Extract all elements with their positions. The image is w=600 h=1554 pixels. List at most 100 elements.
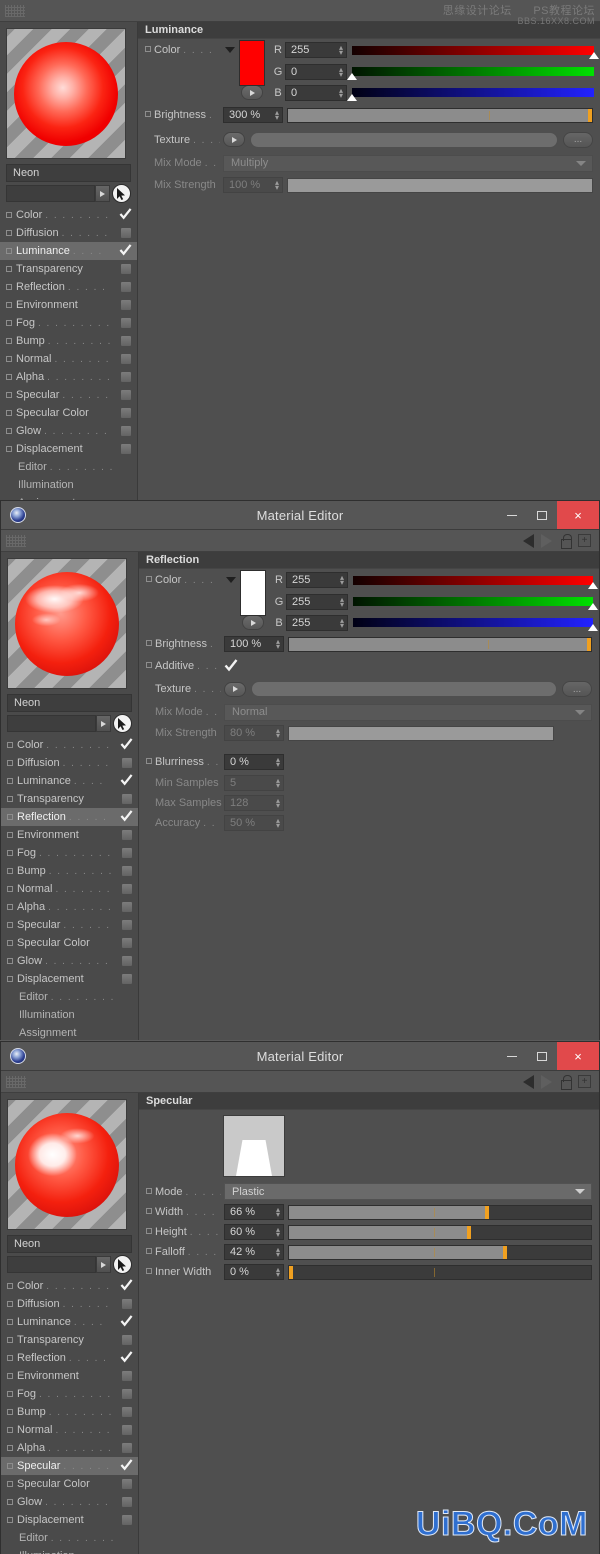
channel-toggle-square[interactable] [7, 1427, 13, 1433]
texture-browse-button[interactable]: ... [563, 131, 593, 148]
spinner-icon[interactable]: ▴ ▾ [275, 109, 279, 122]
channel-checkbox[interactable] [120, 353, 132, 365]
material-filter-input[interactable] [6, 185, 95, 202]
channel-checkbox[interactable] [121, 829, 133, 841]
channel-row-environment[interactable]: Environment [0, 296, 137, 314]
channel-checkbox[interactable] [121, 1496, 133, 1508]
color-mode-arrow-icon[interactable] [242, 615, 264, 630]
channel-checkbox-checked[interactable] [120, 1351, 133, 1364]
channel-row-specular-color[interactable]: Specular Color [1, 1475, 138, 1493]
channel-row-environment[interactable]: Environment [1, 1367, 138, 1385]
channel-row-specular[interactable]: Specular. . . . . . [0, 386, 137, 404]
channel-toggle-square[interactable] [6, 392, 12, 398]
close-button[interactable]: × [557, 1042, 599, 1070]
channel-row-diffusion[interactable]: Diffusion. . . . . . [1, 754, 138, 772]
channel-checkbox[interactable] [120, 335, 132, 347]
channel-checkbox-checked[interactable] [120, 810, 133, 823]
channel-row-specular-color[interactable]: Specular Color [1, 934, 138, 952]
channel-checkbox[interactable] [121, 937, 133, 949]
channel-toggle-square[interactable] [7, 886, 13, 892]
plus-icon[interactable]: + [578, 534, 591, 547]
channel-row-alpha[interactable]: Alpha. . . . . . . . [0, 368, 137, 386]
channel-checkbox[interactable] [121, 757, 133, 769]
channel-toggle-square[interactable] [7, 904, 13, 910]
spinner-icon[interactable]: ▴ ▾ [340, 595, 344, 608]
channel-row-fog[interactable]: Fog. . . . . . . . . [0, 314, 137, 332]
channel-toggle-square[interactable] [7, 1463, 13, 1469]
channel-toggle-square[interactable] [6, 248, 12, 254]
param-toggle-square[interactable] [146, 1228, 152, 1234]
channel-toggle-square[interactable] [6, 284, 12, 290]
channel-toggle-square[interactable] [7, 1481, 13, 1487]
channel-row-luminance[interactable]: Luminance. . . . [1, 772, 138, 790]
slider-falloff[interactable] [288, 1244, 592, 1260]
channel-row-normal[interactable]: Normal. . . . . . . [1, 880, 138, 898]
channel-checkbox-checked[interactable] [120, 1315, 133, 1328]
channel-row-normal[interactable]: Normal. . . . . . . [0, 350, 137, 368]
channel-checkbox[interactable] [121, 793, 133, 805]
param-toggle-square[interactable] [145, 111, 151, 117]
channel-checkbox-checked[interactable] [120, 1279, 133, 1292]
channel-row-bump[interactable]: Bump. . . . . . . . [1, 862, 138, 880]
channel-row-color[interactable]: Color. . . . . . . . [1, 736, 138, 754]
color-expand-caret-icon[interactable] [225, 47, 235, 53]
channel-row-transparency[interactable]: Transparency [1, 1331, 138, 1349]
channel-checkbox[interactable] [121, 883, 133, 895]
channel-row-specular-color[interactable]: Specular Color [0, 404, 137, 422]
channel-row-color[interactable]: Color. . . . . . . . [0, 206, 137, 224]
input-texture[interactable] [250, 131, 558, 148]
expand-arrow-icon[interactable] [96, 715, 111, 732]
channel-toggle-square[interactable] [7, 922, 13, 928]
channel-row-specular[interactable]: Specular. . . . . . [1, 916, 138, 934]
spinner-icon[interactable]: ▴ ▾ [340, 574, 344, 587]
material-name-field[interactable]: Neon [7, 1235, 132, 1253]
channel-row-illumination[interactable]: Illumination [0, 476, 137, 494]
channel-toggle-square[interactable] [6, 320, 12, 326]
input-color-g[interactable]: 255 ▴ ▾ [286, 593, 348, 610]
channel-toggle-square[interactable] [6, 338, 12, 344]
spinner-icon[interactable]: ▴ ▾ [339, 44, 343, 57]
spinner-icon[interactable]: ▴ ▾ [276, 638, 280, 651]
input-color-r[interactable]: 255 ▴ ▾ [285, 42, 347, 58]
spinner-icon[interactable]: ▴ ▾ [340, 616, 344, 629]
maximize-button[interactable] [527, 501, 557, 529]
channel-row-editor[interactable]: Editor. . . . . . . . [0, 458, 137, 476]
minimize-button[interactable] [497, 501, 527, 529]
close-button[interactable]: × [557, 501, 599, 529]
channel-toggle-square[interactable] [7, 1409, 13, 1415]
channel-checkbox[interactable] [120, 407, 132, 419]
channel-checkbox[interactable] [121, 1298, 133, 1310]
channel-toggle-square[interactable] [7, 1373, 13, 1379]
expand-arrow-icon[interactable] [96, 1256, 111, 1273]
channel-toggle-square[interactable] [7, 814, 13, 820]
input-falloff[interactable]: 42 % ▴ ▾ [224, 1244, 284, 1260]
channel-toggle-square[interactable] [7, 760, 13, 766]
spinner-icon[interactable]: ▴ ▾ [276, 1266, 280, 1279]
slider-height[interactable] [288, 1224, 592, 1240]
select-mix-mode[interactable]: Normal [224, 703, 592, 721]
channel-checkbox[interactable] [120, 389, 132, 401]
texture-browse-button[interactable]: ... [562, 681, 592, 697]
drag-grip-icon[interactable] [6, 534, 26, 547]
color-expand-caret-icon[interactable] [226, 577, 236, 583]
channel-row-alpha[interactable]: Alpha. . . . . . . . [1, 1439, 138, 1457]
channel-row-displacement[interactable]: Displacement [0, 440, 137, 458]
param-toggle-square[interactable] [146, 1187, 152, 1194]
drag-grip-icon[interactable] [5, 4, 25, 17]
spinner-icon[interactable]: ▴ ▾ [276, 1206, 280, 1219]
channel-row-editor[interactable]: Editor. . . . . . . . [1, 1529, 138, 1547]
channel-row-alpha[interactable]: Alpha. . . . . . . . [1, 898, 138, 916]
channel-toggle-square[interactable] [7, 1301, 13, 1307]
slider-width[interactable] [288, 1204, 592, 1220]
pick-cursor-icon[interactable] [113, 714, 132, 733]
checkbox-additive[interactable] [224, 658, 238, 673]
drag-grip-icon[interactable] [6, 1075, 26, 1088]
spinner-icon[interactable]: ▴ ▾ [276, 777, 280, 790]
window3-titlebar[interactable]: Material Editor × [1, 1042, 599, 1071]
input-color-r[interactable]: 255 ▴ ▾ [286, 572, 348, 588]
channel-row-diffusion[interactable]: Diffusion. . . . . . [1, 1295, 138, 1313]
channel-row-bump[interactable]: Bump. . . . . . . . [1, 1403, 138, 1421]
slider-mix-strength[interactable] [288, 725, 554, 741]
slider-brightness[interactable] [288, 636, 592, 652]
channel-row-glow[interactable]: Glow. . . . . . . . [1, 952, 138, 970]
